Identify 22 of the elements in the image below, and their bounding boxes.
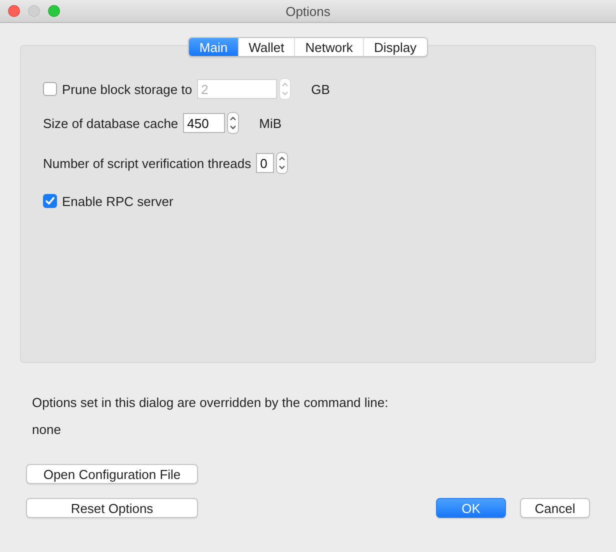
- setting-label: Prune block storage to: [62, 82, 192, 96]
- stepper-icon[interactable]: [227, 112, 240, 134]
- zoom-icon[interactable]: [48, 5, 60, 17]
- tab[interactable]: Wallet: [238, 38, 294, 56]
- dialog-button[interactable]: Open Configuration File: [26, 464, 198, 484]
- close-icon[interactable]: [8, 5, 20, 17]
- spin-field[interactable]: 450: [183, 113, 226, 133]
- setting-label: Number of script verification threads: [43, 156, 252, 170]
- checkbox[interactable]: [43, 194, 57, 208]
- tab[interactable]: Network: [294, 38, 363, 56]
- tab[interactable]: Display: [362, 38, 427, 56]
- spin-field[interactable]: 0: [256, 153, 274, 173]
- stepper-icon[interactable]: [276, 152, 288, 174]
- unit-label: GB: [311, 82, 330, 96]
- override-value: none: [32, 422, 61, 437]
- dialog-button[interactable]: Cancel: [520, 498, 590, 518]
- setting-label: Enable RPC server: [62, 194, 174, 208]
- setting-label: Size of database cache: [43, 116, 178, 130]
- unit-label: MiB: [259, 116, 282, 130]
- window-title: Options: [286, 4, 330, 18]
- override-note: Options set in this dialog are overridden by the command line:: [31, 394, 390, 410]
- dialog-button[interactable]: Reset Options: [26, 498, 198, 518]
